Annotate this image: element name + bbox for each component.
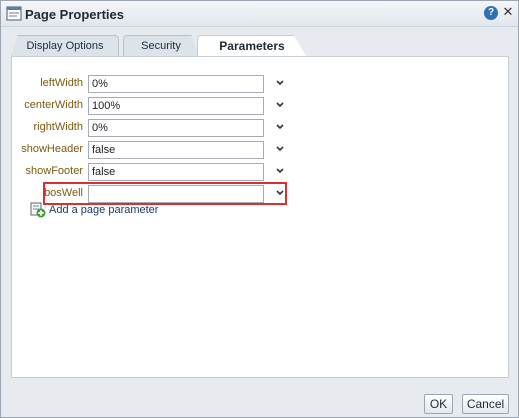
close-icon[interactable]: ✕ [502,5,514,19]
param-row-showfooter: showFooter [12,163,292,181]
param-row-leftwidth: leftWidth [12,75,292,93]
param-row-centerwidth: centerWidth [12,97,292,115]
page-properties-dialog: Page Properties ? ✕ Display Options Secu… [0,0,519,418]
tab-bar: Display Options Security Parameters [11,35,511,58]
chevron-down-icon[interactable] [275,165,285,177]
param-value-input[interactable] [88,119,264,137]
tab-display-options[interactable]: Display Options [11,35,119,57]
chevron-down-icon[interactable] [275,77,285,89]
param-row-showheader: showHeader [12,141,292,159]
dialog-footer: OK Cancel [1,385,518,417]
page-properties-icon [6,6,22,21]
param-row-rightwidth: rightWidth [12,119,292,137]
tab-security[interactable]: Security [123,35,199,57]
cancel-button[interactable]: Cancel [462,394,509,414]
param-value-input[interactable] [88,163,264,181]
help-icon[interactable]: ? [484,6,498,20]
title-bar: Page Properties ? ✕ [1,1,518,27]
param-label: rightWidth [33,121,83,133]
param-label: showFooter [25,165,83,177]
param-value-input[interactable] [88,141,264,159]
param-value-input[interactable] [88,97,264,115]
tab-parameters[interactable]: Parameters [197,35,307,58]
add-page-parameter-link[interactable]: Add a page parameter [30,202,230,220]
param-row-boswell: bosWell [12,185,292,203]
chevron-down-icon[interactable] [275,99,285,111]
param-label: centerWidth [24,99,83,111]
param-label: leftWidth [40,77,83,89]
add-parameter-icon [30,202,46,218]
param-value-input[interactable] [88,185,264,203]
chevron-down-icon[interactable] [275,187,285,199]
add-page-parameter-label: Add a page parameter [49,204,159,216]
dialog-title: Page Properties [25,7,124,22]
param-value-input[interactable] [88,75,264,93]
parameters-panel: leftWidth centerWidth rightWidth showHea… [11,56,509,378]
param-label: bosWell [44,187,83,199]
param-label: showHeader [21,143,83,155]
chevron-down-icon[interactable] [275,121,285,133]
ok-button[interactable]: OK [424,394,453,414]
chevron-down-icon[interactable] [275,143,285,155]
